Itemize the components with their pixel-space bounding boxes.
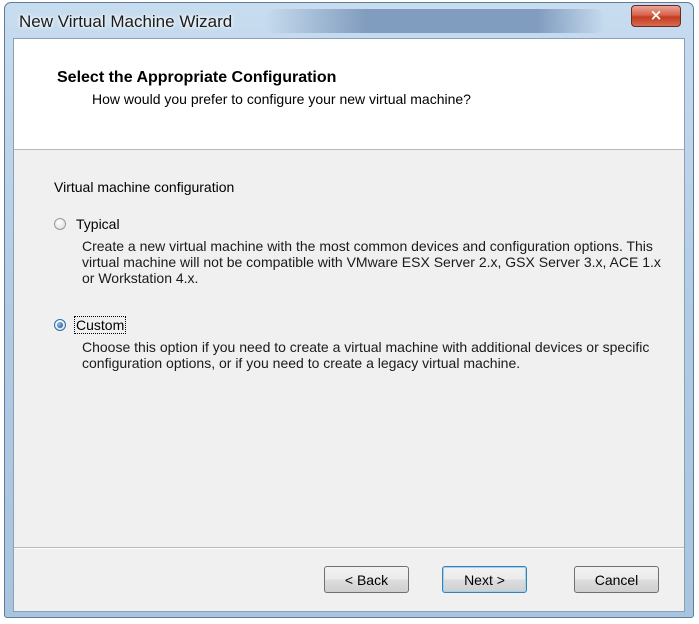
close-button[interactable]: × [631, 5, 681, 27]
wizard-header: Select the Appropriate Configuration How… [14, 39, 684, 150]
back-button[interactable]: < Back [324, 566, 409, 593]
window-title: New Virtual Machine Wizard [19, 12, 233, 31]
typical-radio[interactable] [54, 218, 66, 230]
typical-option[interactable]: Typical [54, 216, 121, 232]
title-bar-glow [265, 9, 605, 33]
custom-description: Choose this option if you need to create… [82, 339, 650, 371]
cancel-button[interactable]: Cancel [574, 566, 659, 593]
title-bar[interactable]: New Virtual Machine Wizard × [5, 3, 693, 37]
page-subtitle: How would you prefer to configure your n… [92, 91, 471, 107]
typical-label[interactable]: Typical [75, 216, 121, 232]
close-icon: × [649, 6, 663, 24]
configuration-section-label: Virtual machine configuration [54, 179, 235, 195]
custom-label[interactable]: Custom [73, 316, 127, 334]
custom-option[interactable]: Custom [54, 316, 127, 334]
next-button[interactable]: Next > [442, 566, 527, 593]
page-title: Select the Appropriate Configuration [57, 69, 337, 86]
wizard-window: New Virtual Machine Wizard × Select the … [4, 2, 694, 618]
footer-divider [14, 547, 684, 549]
custom-radio[interactable] [54, 319, 66, 331]
typical-description: Create a new virtual machine with the mo… [82, 238, 661, 286]
wizard-client-area: Select the Appropriate Configuration How… [13, 38, 685, 612]
